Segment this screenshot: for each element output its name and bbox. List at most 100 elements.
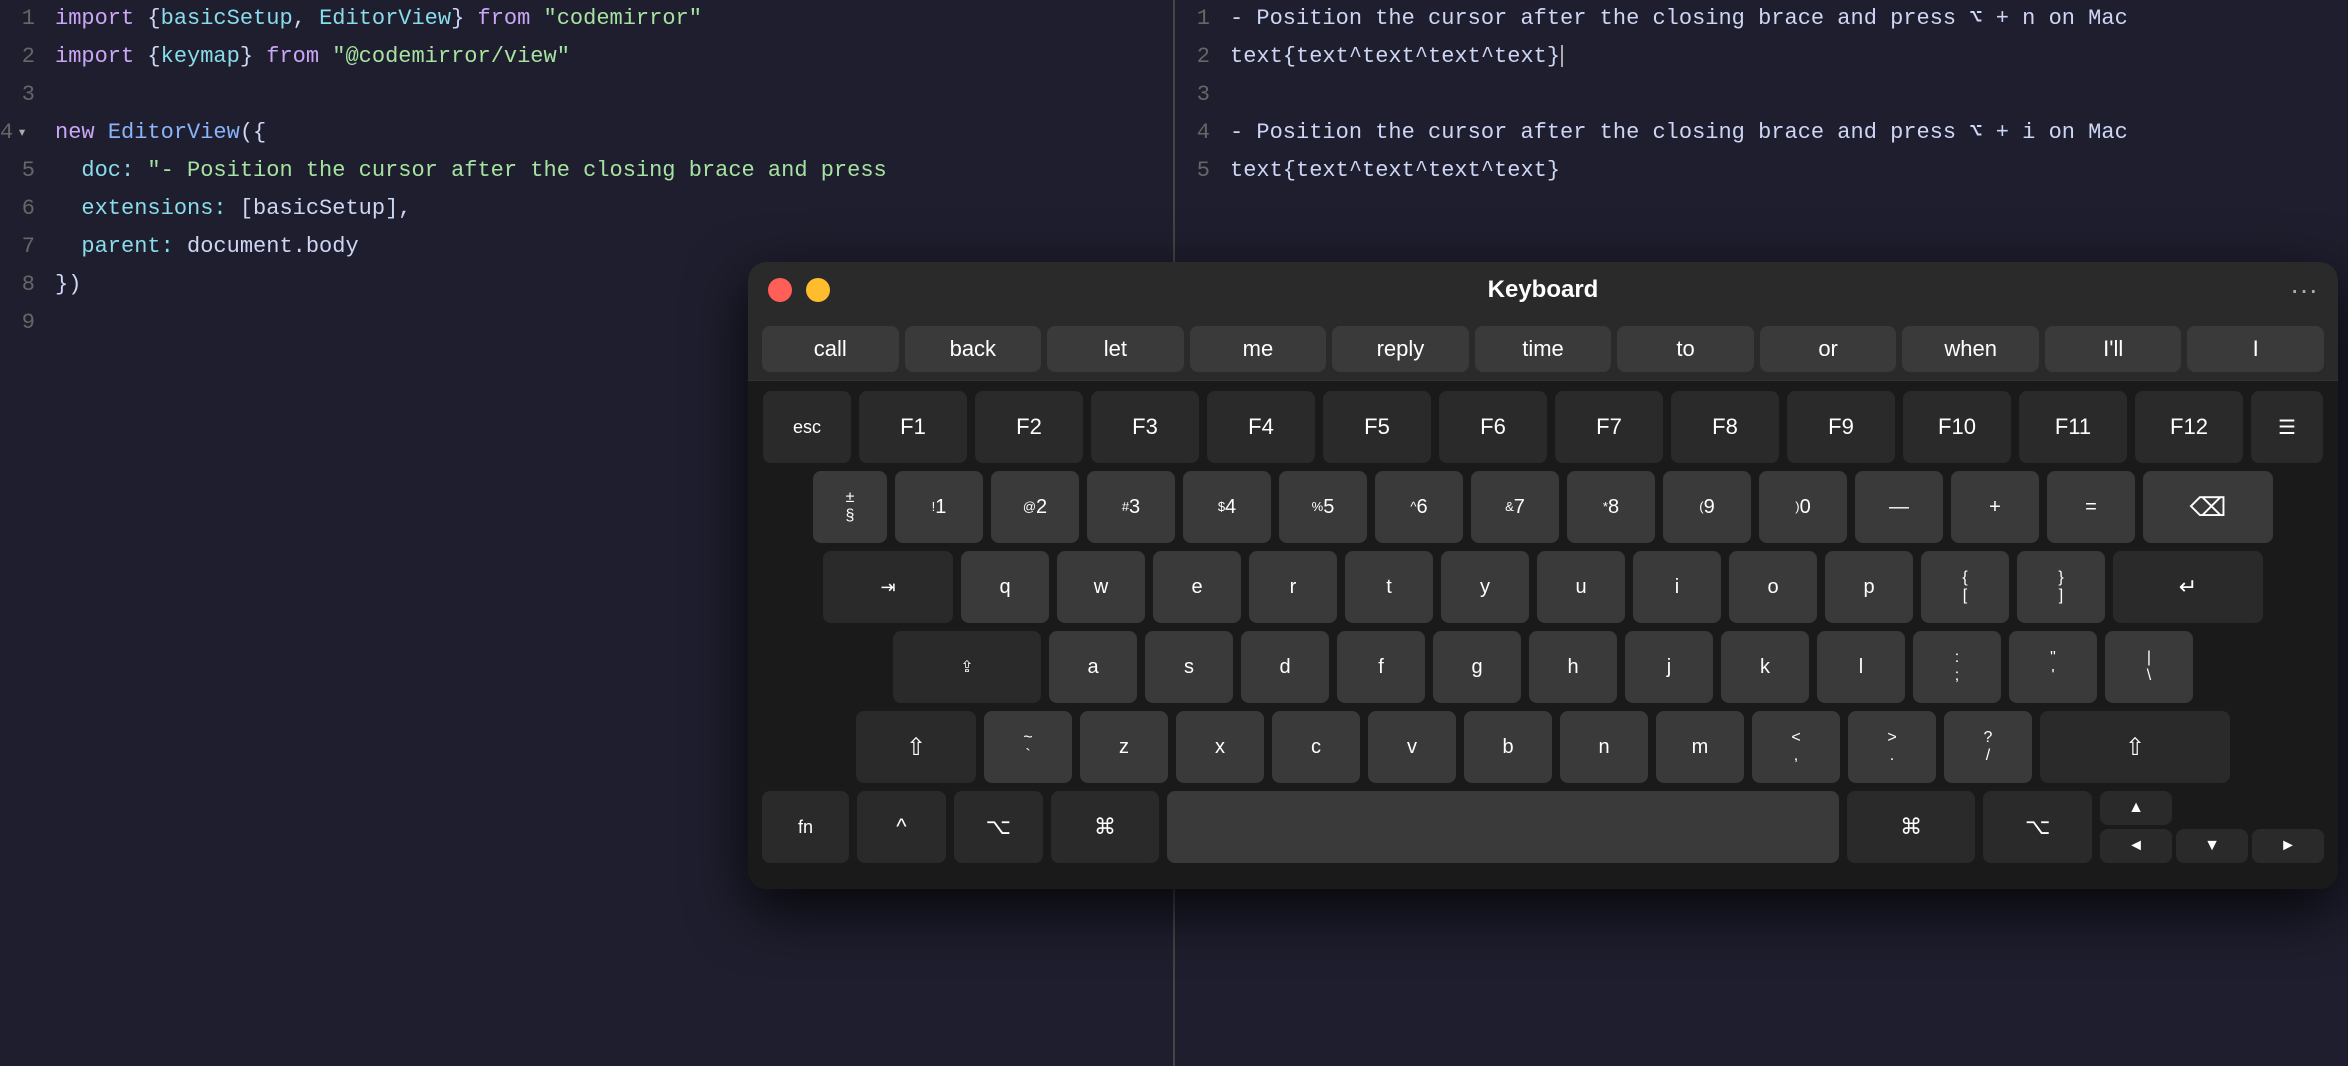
- key-u[interactable]: u: [1537, 551, 1625, 623]
- key-i[interactable]: i: [1633, 551, 1721, 623]
- key-space[interactable]: [1167, 791, 1839, 863]
- suggestion-i[interactable]: I: [2187, 326, 2324, 372]
- key-m[interactable]: m: [1656, 711, 1744, 783]
- key-opt-right[interactable]: ⌥: [1983, 791, 2092, 863]
- key-f10[interactable]: F10: [1903, 391, 2011, 463]
- key-5[interactable]: %5: [1279, 471, 1367, 543]
- suggestion-me[interactable]: me: [1190, 326, 1327, 372]
- key-9[interactable]: (9: [1663, 471, 1751, 543]
- arrow-keys: ▲ ◄ ▼ ►: [2100, 791, 2324, 863]
- arrow-up-row: ▲: [2100, 791, 2324, 825]
- suggestion-call[interactable]: call: [762, 326, 899, 372]
- suggestion-back[interactable]: back: [905, 326, 1042, 372]
- key-comma[interactable]: <,: [1752, 711, 1840, 783]
- key-fn[interactable]: fn: [762, 791, 849, 863]
- key-period[interactable]: >.: [1848, 711, 1936, 783]
- key-1[interactable]: !1: [895, 471, 983, 543]
- key-esc[interactable]: esc: [763, 391, 851, 463]
- key-slash[interactable]: ?/: [1944, 711, 2032, 783]
- key-shift-left[interactable]: ⇧: [856, 711, 976, 783]
- key-z[interactable]: z: [1080, 711, 1168, 783]
- key-f12[interactable]: F12: [2135, 391, 2243, 463]
- key-4[interactable]: $4: [1183, 471, 1271, 543]
- key-f[interactable]: f: [1337, 631, 1425, 703]
- key-tab[interactable]: ⇥: [823, 551, 953, 623]
- key-k[interactable]: k: [1721, 631, 1809, 703]
- key-a[interactable]: a: [1049, 631, 1137, 703]
- key-close-brace[interactable]: }]: [2017, 551, 2105, 623]
- suggestion-time[interactable]: time: [1475, 326, 1612, 372]
- key-ctrl[interactable]: ^: [857, 791, 946, 863]
- key-j[interactable]: j: [1625, 631, 1713, 703]
- key-h[interactable]: h: [1529, 631, 1617, 703]
- key-equals[interactable]: =: [2047, 471, 2135, 543]
- key-open-brace[interactable]: {[: [1921, 551, 2009, 623]
- key-d[interactable]: d: [1241, 631, 1329, 703]
- key-f11[interactable]: F11: [2019, 391, 2127, 463]
- key-backslash[interactable]: |\: [2105, 631, 2193, 703]
- key-f7[interactable]: F7: [1555, 391, 1663, 463]
- key-menu[interactable]: ☰: [2251, 391, 2323, 463]
- key-l[interactable]: l: [1817, 631, 1905, 703]
- keyboard-panel: Keyboard ··· call back let me reply time…: [748, 262, 2338, 889]
- key-tilde[interactable]: ~`: [984, 711, 1072, 783]
- key-quote[interactable]: "': [2009, 631, 2097, 703]
- key-plus[interactable]: +: [1951, 471, 2039, 543]
- close-button[interactable]: [768, 278, 792, 302]
- key-r[interactable]: r: [1249, 551, 1337, 623]
- key-f8[interactable]: F8: [1671, 391, 1779, 463]
- key-cmd-right[interactable]: ⌘: [1847, 791, 1975, 863]
- code-line-7: 7 parent: document.body: [0, 228, 1173, 266]
- key-3[interactable]: #3: [1087, 471, 1175, 543]
- key-f1[interactable]: F1: [859, 391, 967, 463]
- key-2[interactable]: @2: [991, 471, 1079, 543]
- right-line-1: 1 - Position the cursor after the closin…: [1175, 0, 2348, 38]
- suggestion-or[interactable]: or: [1760, 326, 1897, 372]
- key-7[interactable]: &7: [1471, 471, 1559, 543]
- key-c[interactable]: c: [1272, 711, 1360, 783]
- key-f6[interactable]: F6: [1439, 391, 1547, 463]
- key-x[interactable]: x: [1176, 711, 1264, 783]
- key-arrow-left[interactable]: ◄: [2100, 829, 2172, 863]
- key-o[interactable]: o: [1729, 551, 1817, 623]
- key-v[interactable]: v: [1368, 711, 1456, 783]
- key-semicolon[interactable]: :;: [1913, 631, 2001, 703]
- key-s[interactable]: s: [1145, 631, 1233, 703]
- suggestion-reply[interactable]: reply: [1332, 326, 1469, 372]
- key-w[interactable]: w: [1057, 551, 1145, 623]
- key-backspace[interactable]: ⌫: [2143, 471, 2273, 543]
- key-plus-minus[interactable]: ±§: [813, 471, 887, 543]
- minimize-button[interactable]: [806, 278, 830, 302]
- key-g[interactable]: g: [1433, 631, 1521, 703]
- key-t[interactable]: t: [1345, 551, 1433, 623]
- suggestion-to[interactable]: to: [1617, 326, 1754, 372]
- key-enter[interactable]: ↵: [2113, 551, 2263, 623]
- key-shift-right[interactable]: ⇧: [2040, 711, 2230, 783]
- key-f3[interactable]: F3: [1091, 391, 1199, 463]
- key-arrow-right[interactable]: ►: [2252, 829, 2324, 863]
- key-p[interactable]: p: [1825, 551, 1913, 623]
- key-f4[interactable]: F4: [1207, 391, 1315, 463]
- key-n[interactable]: n: [1560, 711, 1648, 783]
- suggestion-let[interactable]: let: [1047, 326, 1184, 372]
- key-q[interactable]: q: [961, 551, 1049, 623]
- key-8[interactable]: *8: [1567, 471, 1655, 543]
- key-caps-lock[interactable]: ⇪: [893, 631, 1041, 703]
- key-minus[interactable]: —: [1855, 471, 1943, 543]
- key-arrow-up[interactable]: ▲: [2100, 791, 2172, 825]
- key-f2[interactable]: F2: [975, 391, 1083, 463]
- suggestion-ill[interactable]: I'll: [2045, 326, 2182, 372]
- key-arrow-down[interactable]: ▼: [2176, 829, 2248, 863]
- key-6[interactable]: ^6: [1375, 471, 1463, 543]
- key-cmd-left[interactable]: ⌘: [1051, 791, 1160, 863]
- key-f9[interactable]: F9: [1787, 391, 1895, 463]
- more-button[interactable]: ···: [2290, 274, 2318, 306]
- key-0[interactable]: )0: [1759, 471, 1847, 543]
- key-f5[interactable]: F5: [1323, 391, 1431, 463]
- suggestion-when[interactable]: when: [1902, 326, 2039, 372]
- key-opt-left[interactable]: ⌥: [954, 791, 1043, 863]
- qwerty-row: ⇥ q w e r t y u i o p {[ }] ↵: [762, 551, 2324, 623]
- key-y[interactable]: y: [1441, 551, 1529, 623]
- key-e[interactable]: e: [1153, 551, 1241, 623]
- key-b[interactable]: b: [1464, 711, 1552, 783]
